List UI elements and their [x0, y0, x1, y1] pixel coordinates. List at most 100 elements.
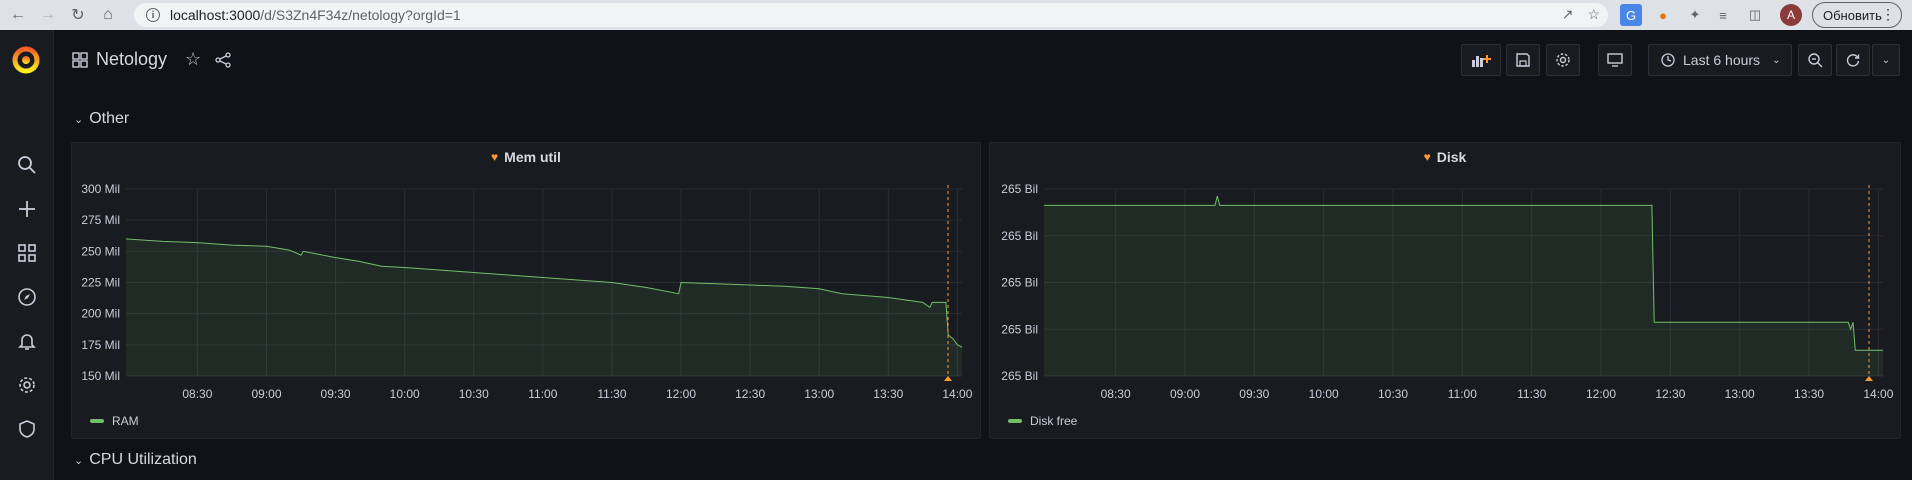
row-header-cpu-utilization[interactable]: ⌄ CPU Utilization	[74, 451, 197, 469]
time-range-picker[interactable]: Last 6 hours ⌄	[1648, 44, 1792, 76]
x-tick-label: 10:00	[390, 387, 420, 401]
panel-header[interactable]: ♥ Mem util	[72, 149, 980, 165]
side-panel-icon[interactable]: ◫	[1744, 4, 1766, 26]
reload-icon[interactable]: ↻	[66, 3, 90, 27]
now-marker-icon	[944, 376, 952, 381]
row-header-other[interactable]: ⌄ Other	[74, 110, 129, 128]
url-host: localhost:3000	[170, 7, 261, 23]
fox-extension-icon[interactable]: ●	[1652, 4, 1674, 26]
server-admin-shield-icon[interactable]	[12, 414, 42, 444]
mem-util-chart[interactable]: 150 Mil 175 Mil 200 Mil 225 Mil 250 Mil 275 M…	[72, 173, 980, 413]
chevron-down-icon: ⌄	[1881, 54, 1891, 66]
heart-icon: ♥	[1423, 150, 1431, 164]
save-dashboard-button[interactable]	[1506, 44, 1540, 76]
clock-icon	[1661, 53, 1675, 67]
search-icon[interactable]	[12, 150, 42, 180]
x-tick-label: 11:30	[597, 387, 626, 401]
panel-mem-util: ♥ Mem util 150 Mil 175 Mil 200 Mil 225 Mil 2…	[71, 142, 981, 439]
refresh-interval-dropdown[interactable]: ⌄	[1872, 44, 1900, 76]
plus-icon[interactable]	[12, 194, 42, 224]
legend-swatch	[90, 419, 104, 423]
cycle-view-mode-button[interactable]	[1598, 44, 1632, 76]
panel-header[interactable]: ♥ Disk	[990, 149, 1900, 165]
site-info-icon[interactable]: i	[146, 8, 160, 22]
series-area	[126, 238, 962, 376]
y-tick-label: 225 Mil	[81, 276, 120, 290]
update-button[interactable]: Обновить ⋮	[1812, 2, 1902, 28]
dashboard-title[interactable]: Netology	[96, 49, 167, 70]
dashboard-navbar: Netology ☆ Last 6 hours ⌄ ⌄	[54, 30, 1912, 90]
row-title: Other	[89, 110, 130, 127]
add-panel-icon	[1472, 55, 1491, 67]
y-tick-label: 250 Mil	[81, 244, 120, 258]
x-tick-label: 13:30	[873, 387, 903, 401]
x-tick-label: 09:30	[321, 387, 351, 401]
zoom-out-button[interactable]	[1798, 44, 1832, 76]
explore-compass-icon[interactable]	[12, 282, 42, 312]
save-icon	[1516, 53, 1530, 67]
url-path: /d/S3Zn4F34z/netology?orgId=1	[260, 7, 461, 23]
star-icon[interactable]: ☆	[185, 49, 201, 70]
address-bar[interactable]: i localhost:3000/d/S3Zn4F34z/netology?or…	[134, 3, 1608, 27]
legend-item[interactable]: RAM	[90, 414, 139, 428]
alerting-bell-icon[interactable]	[12, 326, 42, 356]
translate-extension-icon[interactable]: G	[1620, 4, 1642, 26]
y-tick-label: 265 Bil	[1001, 229, 1038, 243]
legend-label: RAM	[112, 414, 139, 428]
x-tick-label: 08:30	[182, 387, 212, 401]
series-area	[1044, 196, 1883, 376]
x-tick-label: 11:00	[1448, 387, 1477, 401]
legend-item[interactable]: Disk free	[1008, 414, 1077, 428]
x-tick-label: 10:30	[459, 387, 489, 401]
x-tick-label: 12:30	[735, 387, 765, 401]
settings-gear-icon[interactable]	[12, 370, 42, 400]
chevron-down-icon: ⌄	[1772, 54, 1781, 66]
x-tick-label: 09:00	[1170, 387, 1200, 401]
disk-chart[interactable]: 265 Bil 265 Bil 265 Bil 265 Bil 265 Bil 08:30…	[990, 173, 1900, 413]
heart-icon: ♥	[491, 150, 499, 164]
legend-label: Disk free	[1030, 414, 1078, 428]
x-tick-label: 13:00	[804, 387, 834, 401]
y-tick-label: 275 Mil	[81, 213, 120, 227]
x-tick-label: 14:00	[942, 387, 972, 401]
extensions-puzzle-icon[interactable]: ✦	[1684, 4, 1706, 26]
back-icon[interactable]: ←	[6, 3, 30, 27]
y-tick-label: 265 Bil	[1001, 369, 1038, 383]
sidebar	[0, 30, 54, 480]
x-tick-label: 14:00	[1863, 387, 1893, 401]
chevron-down-icon: ⌄	[74, 454, 84, 467]
profile-avatar[interactable]: A	[1780, 4, 1802, 26]
y-tick-label: 265 Bil	[1001, 276, 1038, 290]
y-tick-label: 265 Bil	[1001, 182, 1038, 196]
x-tick-label: 10:30	[1378, 387, 1408, 401]
share-page-icon[interactable]: ↗	[1562, 6, 1574, 23]
x-tick-label: 11:30	[1517, 387, 1546, 401]
y-tick-label: 265 Bil	[1001, 322, 1038, 336]
y-tick-label: 150 Mil	[81, 369, 120, 383]
add-panel-button[interactable]	[1461, 44, 1501, 76]
x-tick-label: 09:30	[1239, 387, 1269, 401]
legend-swatch	[1008, 419, 1022, 423]
x-tick-label: 12:00	[666, 387, 696, 401]
refresh-icon	[1846, 54, 1860, 67]
dashboards-grid-icon[interactable]	[12, 238, 42, 268]
more-menu-icon[interactable]: ⋮	[1881, 6, 1895, 23]
share-icon[interactable]	[215, 51, 231, 68]
reading-list-icon[interactable]: ≡	[1712, 4, 1734, 26]
forward-icon[interactable]: →	[36, 3, 60, 27]
chevron-down-icon: ⌄	[74, 113, 84, 126]
dashboard-settings-button[interactable]	[1546, 44, 1580, 76]
x-tick-label: 09:00	[251, 387, 281, 401]
now-marker-icon	[1865, 376, 1873, 381]
time-range-label: Last 6 hours	[1683, 52, 1761, 68]
refresh-button[interactable]	[1836, 44, 1870, 76]
panel-title: Disk	[1436, 149, 1467, 165]
gear-icon	[1556, 53, 1570, 67]
bookmark-star-icon[interactable]: ☆	[1587, 6, 1600, 23]
grafana-logo-icon[interactable]	[9, 43, 43, 77]
x-tick-label: 13:30	[1794, 387, 1824, 401]
monitor-icon	[1607, 53, 1623, 67]
home-icon[interactable]: ⌂	[96, 3, 120, 27]
y-tick-label: 200 Mil	[81, 307, 120, 321]
zoom-out-icon	[1808, 53, 1823, 68]
